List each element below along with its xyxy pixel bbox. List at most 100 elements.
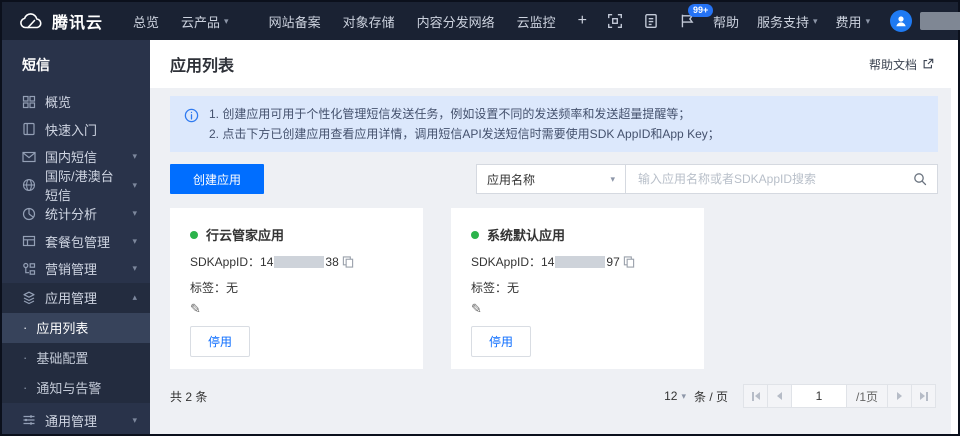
sdkappid-label: SDKAppID：	[471, 255, 542, 269]
page-size-value: 12	[664, 389, 678, 403]
sidebar-subitem-label: 基础配置	[36, 351, 89, 367]
sdkappid-prefix: 14	[260, 254, 274, 269]
next-page-button[interactable]	[887, 384, 912, 408]
copy-icon[interactable]	[623, 255, 635, 268]
edit-tag-icon[interactable]: ✎	[190, 301, 403, 317]
user-avatar[interactable]	[890, 10, 913, 32]
filter-selected-value: 应用名称	[487, 172, 536, 187]
app-window: 腾讯云 总览 云产品 ▾ 网站备案 对象存储 内容分发网络 云监控 + 99+ …	[0, 0, 960, 436]
notification-badge: 99+	[687, 4, 714, 17]
sidebar-item-label: 应用管理	[45, 291, 98, 307]
sidebar-item-label: 营销管理	[45, 262, 98, 278]
first-page-button[interactable]	[743, 384, 768, 408]
sdkappid-suffix: 97	[606, 254, 620, 269]
sidebar-item-label: 通用管理	[45, 413, 98, 429]
banner-line-1: 1. 创建应用可用于个性化管理短信发送任务，例如设置不同的发送频率和发送超量提醒…	[209, 107, 691, 121]
pager: /1页	[743, 384, 936, 408]
document-icon[interactable]	[643, 13, 659, 29]
grid-icon	[22, 95, 36, 109]
book-icon	[22, 122, 36, 136]
page-size-select[interactable]: 12 ▾	[664, 389, 686, 403]
create-app-button[interactable]: 创建应用	[170, 164, 265, 194]
nav-cloud-products[interactable]: 云产品 ▾	[181, 12, 229, 31]
sidebar-item-label: 国内短信	[45, 150, 98, 166]
app-name: 行云管家应用	[206, 228, 285, 243]
banner-text: 1. 创建应用可用于个性化管理短信发送任务，例如设置不同的发送频率和发送超量提醒…	[209, 104, 720, 144]
status-dot-enabled	[190, 230, 198, 239]
sidebar-title: 短信	[22, 57, 50, 73]
layers-icon	[22, 291, 36, 305]
scan-icon[interactable]	[607, 13, 623, 29]
sidebar-item-overview[interactable]: 概览	[2, 88, 150, 115]
sidebar-item-label: 概览	[45, 95, 72, 111]
sidebar-item-quickstart[interactable]: 快速入门	[2, 115, 150, 142]
search-icon[interactable]	[913, 172, 927, 186]
scrollbar-track[interactable]	[951, 40, 958, 434]
page-input-cell	[791, 384, 847, 408]
sdkappid-prefix: 14	[541, 254, 555, 269]
disable-app-button[interactable]: 停用	[190, 326, 251, 357]
chevron-down-icon: ▾	[132, 414, 137, 425]
sdkappid-redacted	[274, 255, 325, 268]
last-page-button[interactable]	[911, 384, 936, 408]
sidebar-item-marketing[interactable]: 营销管理 ▾	[2, 255, 150, 282]
sdkappid-label: SDKAppID：	[190, 255, 261, 269]
filter-type-select[interactable]: 应用名称 ▾	[476, 164, 626, 194]
pagination-area: 12 ▾ 条 / 页 1 /1页	[664, 384, 936, 408]
sidebar: 短信 概览 快速入门 国内短信 ▾ 国际/港澳台短信 ▾ 统计分析 ▾ 套餐包管…	[2, 40, 150, 434]
nav-overview[interactable]: 总览	[133, 12, 159, 31]
help-doc-link[interactable]: 帮助文档	[869, 56, 934, 73]
account-name-redacted[interactable]	[920, 12, 960, 30]
info-icon	[184, 108, 199, 123]
sidebar-item-statistics[interactable]: 统计分析 ▾	[2, 200, 150, 227]
nav-cloud-monitor[interactable]: 云监控	[517, 12, 556, 31]
sidebar-subitem-alerts[interactable]: · 通知与告警	[2, 373, 150, 403]
sidebar-item-packages[interactable]: 套餐包管理 ▾	[2, 228, 150, 255]
sidebar-subitem-basic-config[interactable]: · 基础配置	[2, 343, 150, 373]
nav-object-storage[interactable]: 对象存储	[343, 12, 395, 31]
tencent-cloud-logo[interactable]: 腾讯云	[18, 9, 103, 33]
chevron-down-icon: ▾	[132, 208, 137, 219]
nav-website-icp[interactable]: 网站备案	[269, 12, 321, 31]
app-card[interactable]: 系统默认应用 SDKAppID： 14 97 标签： 无 ✎ 停用	[451, 208, 704, 369]
copy-icon[interactable]	[342, 255, 354, 268]
sdkappid-redacted	[555, 255, 606, 268]
chevron-down-icon: ▾	[865, 15, 871, 26]
sidebar-item-app-management[interactable]: 应用管理 ▴	[2, 283, 150, 313]
app-card-list: 行云管家应用 SDKAppID： 14 38 标签： 无 ✎ 停用 系统默认应用…	[170, 208, 938, 369]
page-number-input[interactable]	[792, 388, 846, 404]
search-input[interactable]	[636, 171, 907, 187]
sidebar-item-label: 套餐包管理	[45, 234, 111, 250]
billing-menu[interactable]: 费用 ▾	[836, 12, 871, 31]
search-group: 应用名称 ▾	[476, 164, 938, 194]
chevron-down-icon: ▾	[224, 15, 229, 26]
flag-icon[interactable]: 99+	[679, 4, 714, 29]
disable-app-button[interactable]: 停用	[471, 326, 532, 357]
sliders-icon	[22, 413, 36, 427]
chevron-down-icon: ▾	[681, 390, 686, 401]
sidebar-subitem-app-list[interactable]: · 应用列表	[2, 312, 150, 343]
sidebar-subitem-label: 通知与告警	[36, 381, 102, 397]
support-menu[interactable]: 服务支持 ▾	[757, 12, 818, 31]
nav-cdn[interactable]: 内容分发网络	[417, 12, 495, 31]
bullet-icon: ·	[23, 320, 28, 336]
content: 1. 创建应用可用于个性化管理短信发送任务，例如设置不同的发送频率和发送超量提醒…	[150, 88, 958, 434]
page-title: 应用列表	[170, 58, 235, 75]
sidebar-item-label: 国际/港澳台短信	[45, 169, 114, 204]
topbar-right: 99+ 帮助 服务支持 ▾ 费用 ▾ ▾	[587, 4, 960, 32]
chevron-up-icon: ▴	[132, 292, 137, 303]
page-header: 应用列表 帮助文档	[150, 40, 958, 88]
add-shortcut-button[interactable]: +	[578, 12, 587, 30]
edit-tag-icon[interactable]: ✎	[471, 301, 684, 317]
prev-page-button[interactable]	[767, 384, 792, 408]
sidebar-item-intl-sms[interactable]: 国际/港澳台短信 ▾	[2, 169, 150, 203]
sidebar-subitem-label: 应用列表	[36, 321, 89, 337]
cloud-logo-icon	[18, 11, 44, 31]
tag-label: 标签：	[471, 281, 508, 295]
topbar: 腾讯云 总览 云产品 ▾ 网站备案 对象存储 内容分发网络 云监控 + 99+ …	[2, 2, 960, 40]
pie-chart-icon	[22, 207, 36, 221]
help-link[interactable]: 帮助	[713, 12, 739, 31]
app-card[interactable]: 行云管家应用 SDKAppID： 14 38 标签： 无 ✎ 停用	[170, 208, 423, 369]
chevron-down-icon: ▾	[610, 173, 615, 184]
sidebar-item-general-management[interactable]: 通用管理 ▾	[2, 407, 150, 434]
